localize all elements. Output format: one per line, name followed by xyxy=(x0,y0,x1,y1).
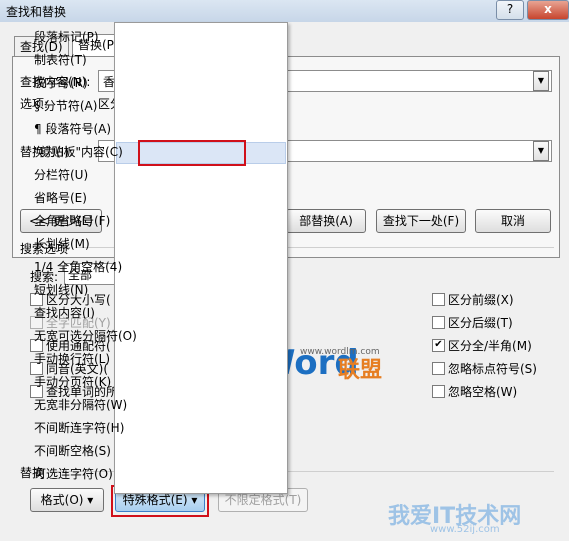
menu-item-quarter-space[interactable]: 1/4 全角空格(4) xyxy=(34,257,122,277)
width-checkbox[interactable]: ✔ xyxy=(432,339,445,352)
menu-item-paragraph-mark[interactable]: 段落标记(P) xyxy=(34,27,99,47)
menu-item-zero-width-nonbreak[interactable]: 无宽非分隔符(W) xyxy=(34,395,127,415)
menu-item-column-break[interactable]: 分栏符(U) xyxy=(34,165,88,185)
menu-item-manual-line-break[interactable]: 手动换行符(L) xyxy=(34,349,110,369)
help-button[interactable]: ? xyxy=(496,0,524,20)
prefix-checkbox[interactable] xyxy=(432,293,445,306)
menu-item-manual-page-break[interactable]: 手动分页符(K) xyxy=(34,372,111,392)
menu-item-full-ellipsis[interactable]: 全角省略号(F) xyxy=(34,211,110,231)
watermark-site-url: www.52ij.com xyxy=(430,524,500,535)
replace-dropdown-icon[interactable]: ▼ xyxy=(533,141,549,161)
watermark-union: 联盟 xyxy=(338,358,383,383)
menu-item-caret[interactable]: 脱字号(R) xyxy=(34,73,88,93)
find-dropdown-icon[interactable]: ▼ xyxy=(533,71,549,91)
menu-item-zero-width-optional[interactable]: 无宽可选分隔符(O) xyxy=(34,326,137,346)
menu-item-find-content[interactable]: 查找内容(I) xyxy=(34,303,95,323)
menu-item-highlight-box xyxy=(138,140,246,166)
menu-item-en-dash[interactable]: 短划线(N) xyxy=(34,280,88,300)
menu-item-optional-hyphen[interactable]: 可选连字符(O) xyxy=(34,464,113,484)
space-checkbox[interactable] xyxy=(432,385,445,398)
menu-item-section-char[interactable]: § 分节符(A) xyxy=(34,96,97,116)
cancel-button[interactable]: 取消 xyxy=(475,209,551,233)
title-bar xyxy=(0,0,569,22)
menu-item-tab[interactable]: 制表符(T) xyxy=(34,50,87,70)
suffix-checkbox[interactable] xyxy=(432,316,445,329)
punct-checkbox[interactable] xyxy=(432,362,445,375)
space-label: 忽略空格(W) xyxy=(448,385,518,399)
suffix-label: 区分后缀(T) xyxy=(448,316,513,330)
menu-item-nonbreaking-space[interactable]: 不间断空格(S) xyxy=(34,441,111,461)
menu-item-nonbreaking-hyphen[interactable]: 不间断连字符(H) xyxy=(34,418,124,438)
menu-item-em-dash[interactable]: 长划线(M) xyxy=(34,234,90,254)
special-format-menu xyxy=(114,22,288,494)
menu-item-paragraph-char[interactable]: ¶ 段落符号(A) xyxy=(34,119,111,139)
menu-item-clipboard[interactable]: "剪贴板"内容(C) xyxy=(34,142,123,162)
find-next-button[interactable]: 查找下一处(F) xyxy=(376,209,466,233)
window-title: 查找和替换 xyxy=(6,5,67,19)
width-label: 区分全/半角(M) xyxy=(448,339,532,353)
punct-label: 忽略标点符号(S) xyxy=(448,362,537,376)
replace-all-button[interactable]: 部替换(A) xyxy=(286,209,366,233)
menu-item-ellipsis[interactable]: 省略号(E) xyxy=(34,188,87,208)
close-button[interactable]: x xyxy=(527,0,569,20)
prefix-label: 区分前缀(X) xyxy=(448,293,514,307)
format-button[interactable]: 格式(O) ▾ xyxy=(30,488,104,512)
